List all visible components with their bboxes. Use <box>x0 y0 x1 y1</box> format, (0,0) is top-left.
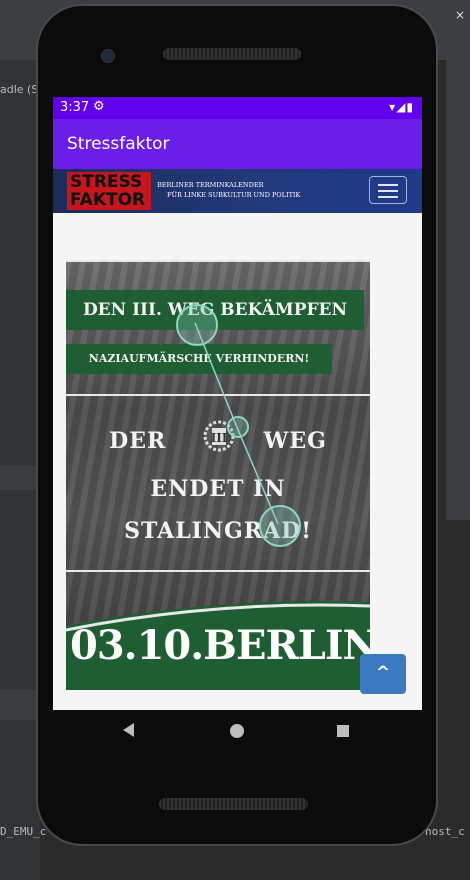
ide-console-text-left: D_EMU_c <box>0 825 47 838</box>
status-bar: 3:37 ⚙ ▾◢▮ <box>53 97 422 119</box>
scroll-to-top-button[interactable]: ^ <box>360 654 406 694</box>
home-icon[interactable] <box>230 724 244 738</box>
logo-line-2: FAKTOR <box>70 190 146 210</box>
battery-icon: ▮ <box>406 100 414 114</box>
bottom-speaker <box>159 798 308 810</box>
signal-icon: ◢ <box>396 100 407 114</box>
back-icon[interactable] <box>123 723 134 737</box>
earpiece-speaker <box>163 48 301 60</box>
site-header: STRESS FAKTOR BERLINER TERMINKALENDER FÜ… <box>53 169 422 213</box>
site-logo[interactable]: STRESS FAKTOR <box>67 172 151 210</box>
tagline-line-2: FÜR LINKE SUBKULTUR UND POLITIK <box>167 191 301 199</box>
event-poster-image[interactable]: DEN III. WEG BEKÄMPFEN NAZIAUFMÄRSCHE VE… <box>66 260 370 690</box>
menu-bar <box>378 190 398 192</box>
site-tagline: BERLINER TERMINKALENDER FÜR LINKE SUBKUL… <box>157 180 300 200</box>
gear-icon: ⚙ <box>93 99 105 114</box>
app-title: Stressfaktor <box>67 134 170 154</box>
emulator-close-icon[interactable]: × <box>455 8 465 22</box>
system-navigation-bar <box>53 710 422 754</box>
status-icons: ▾◢▮ <box>389 100 414 114</box>
menu-bar <box>378 184 398 186</box>
ide-band <box>0 690 40 720</box>
recents-icon[interactable] <box>337 725 349 737</box>
chevron-up-icon: ^ <box>375 663 391 683</box>
hamburger-menu-button[interactable] <box>369 176 407 204</box>
app-bar: Stressfaktor <box>53 119 422 169</box>
gesture-path <box>194 322 279 525</box>
ide-console-text-right: host_c <box>425 825 465 838</box>
ide-band <box>0 466 40 490</box>
status-time: 3:37 <box>60 100 90 115</box>
ide-tab-label[interactable]: adle (S <box>0 83 38 96</box>
emulator-side-toolbar <box>446 0 470 520</box>
logo-line-1: STRESS <box>70 172 143 192</box>
device-screen: 3:37 ⚙ ▾◢▮ Stressfaktor STRESS FAKTOR BE… <box>53 97 422 710</box>
page-content: DEN III. WEG BEKÄMPFEN NAZIAUFMÄRSCHE VE… <box>53 213 422 710</box>
tagline-line-1: BERLINER TERMINKALENDER <box>157 181 264 189</box>
menu-bar <box>378 196 398 198</box>
front-camera <box>101 49 115 63</box>
